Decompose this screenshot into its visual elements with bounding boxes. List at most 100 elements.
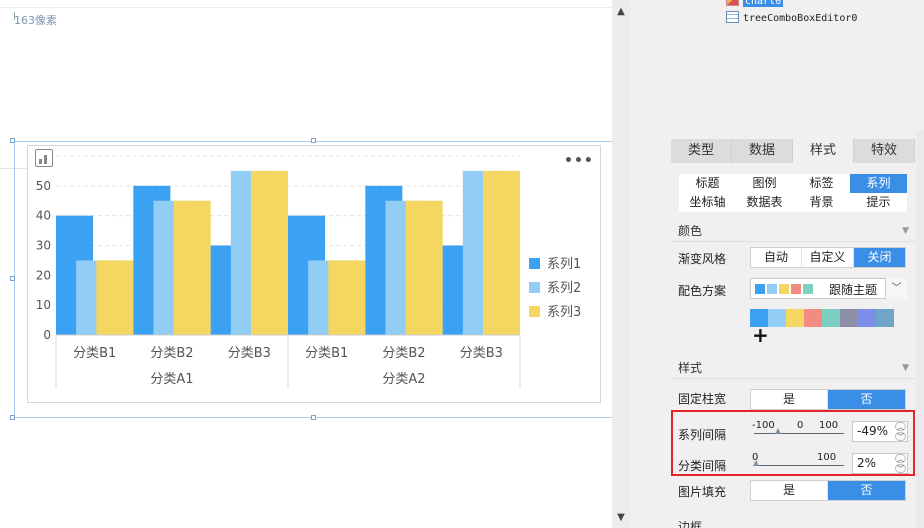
subtab-background[interactable]: 背景 [793,193,850,212]
chart-type-icon[interactable] [35,149,53,167]
color-swatch[interactable] [786,309,804,327]
image-fill-toggle: 是 否 [750,480,906,501]
subtab-series[interactable]: 系列 [850,174,907,193]
panel-scrollbar[interactable] [916,130,924,528]
scroll-up-icon[interactable]: ▲ [612,6,630,20]
ruler-label: 163像素 [14,14,57,27]
legend-label: 系列3 [547,305,581,320]
mini-swatch [767,284,777,294]
bar-chart: 0102030405060分类B1分类B2分类B3分类B1分类B2分类B3分类A… [36,149,581,389]
bar [405,200,443,335]
widget-tree: chart0 treeComboBoxEditor0 [630,0,924,130]
mini-swatch [779,284,789,294]
section-color[interactable]: 颜色 ▼ [671,220,915,242]
scheme-label: 配色方案 [678,284,727,298]
color-swatch[interactable] [768,309,786,327]
y-tick-label: 40 [36,209,51,223]
group-label: 分类A1 [150,372,193,387]
section-style[interactable]: 样式 ▼ [671,357,915,379]
y-tick-label: 10 [36,298,51,312]
tab-data[interactable]: 数据 [732,139,793,163]
bar [173,200,211,335]
fixed-width-label: 固定柱宽 [678,392,727,406]
design-canvas[interactable]: 163像素 0102030405060分类B1分类B2分类B3分类B1分类B2分… [0,0,613,528]
tree-item-label: treeComboBoxEditor0 [743,13,858,24]
legend-swatch [529,282,540,293]
subtab-label[interactable]: 标签 [793,174,850,193]
chevron-down-icon[interactable]: ﹀ [885,278,907,299]
x-tick-label: 分类B1 [73,346,116,361]
tab-type[interactable]: 类型 [671,139,732,163]
gradient-label: 渐变风格 [678,252,727,266]
group-label: 分类A2 [382,372,425,387]
gradient-custom[interactable]: 自定义 [802,248,854,267]
color-swatch[interactable] [840,309,858,327]
section-border[interactable]: 边框 [671,518,915,528]
canvas-scrollbar[interactable]: ▲ ▼ [612,0,630,528]
subtab-legend[interactable]: 图例 [736,174,793,193]
resize-handle-n[interactable] [311,138,316,143]
mini-swatch [755,284,765,294]
tree-combo-icon [726,11,739,23]
subtab-datasheet[interactable]: 数据表 [736,193,793,212]
color-swatches [750,309,894,327]
property-panel: chart0 treeComboBoxEditor0 类型 数据 样式 特效 标… [630,0,924,528]
highlight-box [671,410,915,476]
resize-handle-nw[interactable] [10,138,15,143]
subtab-axis[interactable]: 坐标轴 [679,193,736,212]
x-tick-label: 分类B2 [382,346,425,361]
image-fill-label: 图片填充 [678,485,727,499]
tab-style[interactable]: 样式 [793,139,854,163]
legend-label: 系列2 [547,281,581,296]
gradient-off[interactable]: 关闭 [854,248,905,267]
ruler-line [0,7,612,8]
color-swatch[interactable] [876,309,894,327]
y-tick-label: 0 [43,328,51,342]
sub-tabs: 标题 图例 标签 系列 坐标轴 数据表 背景 提示 [679,174,907,212]
y-tick-label: 50 [36,179,51,193]
fixed-width-yes[interactable]: 是 [751,390,828,409]
add-color-icon[interactable]: + [752,325,769,345]
more-options-icon[interactable]: ••• [564,153,594,169]
x-tick-label: 分类B3 [460,346,503,361]
fixed-width-toggle: 是 否 [750,389,906,410]
gradient-auto[interactable]: 自动 [751,248,802,267]
color-scheme-select[interactable]: 跟随主题 ﹀ [750,278,907,299]
color-swatch[interactable] [804,309,822,327]
resize-handle-s[interactable] [311,415,316,420]
legend-swatch [529,306,540,317]
section-color-label: 颜色 [678,224,703,238]
resize-handle-w[interactable] [10,276,15,281]
y-tick-label: 30 [36,239,51,253]
image-fill-yes[interactable]: 是 [751,481,828,500]
x-tick-label: 分类B2 [150,346,193,361]
tree-item-chart[interactable]: chart0 [726,0,784,8]
gradient-toggle: 自动 自定义 关闭 [750,247,906,268]
tab-effect[interactable]: 特效 [854,139,915,163]
chart-icon [726,0,739,6]
legend-label: 系列1 [547,257,581,272]
scroll-down-icon[interactable]: ▼ [612,512,630,526]
resize-handle-sw[interactable] [10,415,15,420]
tree-item-tree-combo[interactable]: treeComboBoxEditor0 [726,11,857,25]
fixed-width-no[interactable]: 否 [828,390,905,409]
mini-swatch [791,284,801,294]
bar [482,170,520,335]
x-tick-label: 分类B1 [305,346,348,361]
image-fill-no[interactable]: 否 [828,481,905,500]
x-tick-label: 分类B3 [228,346,271,361]
color-swatch[interactable] [822,309,840,327]
legend-swatch [529,258,540,269]
subtab-title[interactable]: 标题 [679,174,736,193]
bar [96,260,134,335]
y-tick-label: 20 [36,268,51,282]
color-scheme-value: 跟随主题 [829,283,878,297]
tree-item-label: chart0 [743,0,784,7]
bar [328,260,366,335]
collapse-icon: ▼ [902,363,909,373]
main-tabs: 类型 数据 样式 特效 [671,139,915,163]
section-style-label: 样式 [678,361,703,375]
color-swatch[interactable] [858,309,876,327]
subtab-tooltip[interactable]: 提示 [850,193,907,212]
mini-swatch [803,284,813,294]
